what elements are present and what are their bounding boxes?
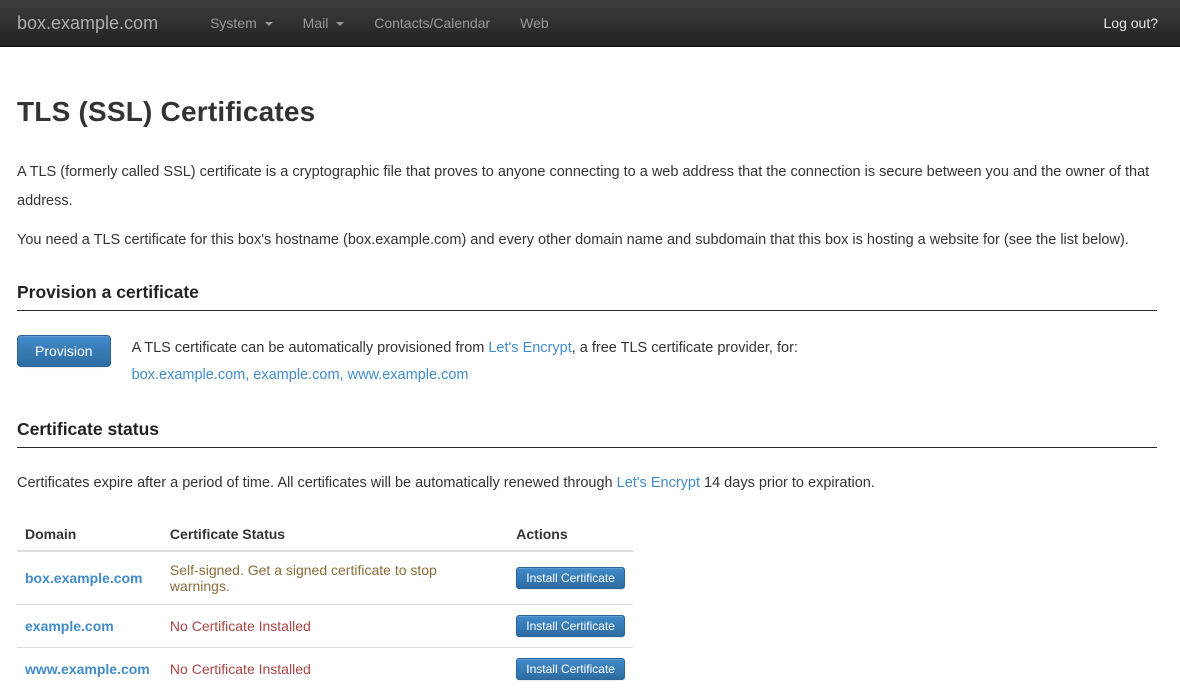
- domain-cell: example.com: [17, 605, 162, 648]
- table-row: box.example.com Self-signed. Get a signe…: [17, 551, 633, 605]
- actions-cell: Install Certificate: [508, 551, 633, 605]
- provision-domain-link[interactable]: example.com: [253, 367, 339, 383]
- table-row: www.example.com No Certificate Installed…: [17, 648, 633, 690]
- nav-item-label: Contacts/Calendar: [374, 15, 490, 31]
- nav-item-system[interactable]: System: [195, 0, 288, 46]
- provision-description-line1: A TLS certificate can be automatically p…: [132, 338, 798, 358]
- column-header-certificate-status: Certificate Status: [162, 518, 508, 551]
- actions-cell: Install Certificate: [508, 648, 633, 690]
- certificate-status-heading: Certificate status: [17, 419, 1157, 448]
- intro-text: A TLS (formerly called SSL) certificate …: [17, 158, 1157, 255]
- provision-domain-link[interactable]: box.example.com: [132, 367, 246, 383]
- navbar-brand[interactable]: box.example.com: [0, 0, 173, 46]
- domain-link[interactable]: www.example.com: [25, 661, 150, 677]
- column-header-domain: Domain: [17, 518, 162, 551]
- certificate-table-body: box.example.com Self-signed. Get a signe…: [17, 551, 633, 690]
- status-intro: Certificates expire after a period of ti…: [17, 475, 1157, 491]
- table-header-row: Domain Certificate Status Actions: [17, 518, 633, 551]
- intro-paragraph-2: You need a TLS certificate for this box'…: [17, 226, 1157, 255]
- domain-separator: ,: [340, 367, 348, 383]
- provision-row: Provision A TLS certificate can be autom…: [17, 335, 1157, 385]
- status-text-after: 14 days prior to expiration.: [700, 475, 875, 491]
- actions-cell: Install Certificate: [508, 605, 633, 648]
- navbar-menu: System Mail Contacts/Calendar Web: [195, 0, 564, 46]
- status-text: No Certificate Installed: [170, 661, 311, 677]
- status-text-before: Certificates expire after a period of ti…: [17, 475, 617, 491]
- nav-item-web[interactable]: Web: [505, 0, 564, 46]
- status-cell: No Certificate Installed: [162, 605, 508, 648]
- lets-encrypt-link[interactable]: Let's Encrypt: [488, 340, 571, 356]
- intro-paragraph-1: A TLS (formerly called SSL) certificate …: [17, 158, 1157, 216]
- column-header-actions: Actions: [508, 518, 633, 551]
- nav-item-label: Mail: [303, 15, 329, 31]
- certificate-table: Domain Certificate Status Actions box.ex…: [17, 518, 633, 690]
- domain-cell: box.example.com: [17, 551, 162, 605]
- table-row: example.com No Certificate Installed Ins…: [17, 605, 633, 648]
- provision-domain-list: box.example.com, example.com, www.exampl…: [132, 365, 798, 385]
- lets-encrypt-link[interactable]: Let's Encrypt: [617, 475, 700, 491]
- domain-link[interactable]: box.example.com: [25, 570, 143, 586]
- provision-text-before: A TLS certificate can be automatically p…: [132, 340, 489, 356]
- provision-description: A TLS certificate can be automatically p…: [132, 335, 798, 385]
- page-title: TLS (SSL) Certificates: [17, 96, 1157, 128]
- nav-item-contacts-calendar[interactable]: Contacts/Calendar: [359, 0, 505, 46]
- install-certificate-button[interactable]: Install Certificate: [516, 615, 625, 637]
- install-certificate-button[interactable]: Install Certificate: [516, 567, 625, 589]
- provision-text-after: , a free TLS certificate provider, for:: [572, 340, 798, 356]
- provision-button[interactable]: Provision: [17, 335, 111, 367]
- provision-section-heading: Provision a certificate: [17, 282, 1157, 311]
- domain-cell: www.example.com: [17, 648, 162, 690]
- top-navbar: box.example.com System Mail Contacts/Cal…: [0, 0, 1180, 47]
- status-cell: Self-signed. Get a signed certificate to…: [162, 551, 508, 605]
- chevron-down-icon: [265, 22, 273, 26]
- nav-item-label: System: [210, 15, 257, 31]
- chevron-down-icon: [336, 22, 344, 26]
- status-cell: No Certificate Installed: [162, 648, 508, 690]
- main-content: TLS (SSL) Certificates A TLS (formerly c…: [0, 96, 1180, 690]
- certificate-table-head: Domain Certificate Status Actions: [17, 518, 633, 551]
- logout-link[interactable]: Log out?: [1089, 0, 1180, 46]
- status-text: Self-signed. Get a signed certificate to…: [170, 562, 437, 594]
- nav-item-label: Web: [520, 15, 549, 31]
- domain-link[interactable]: example.com: [25, 618, 114, 634]
- status-text: No Certificate Installed: [170, 618, 311, 634]
- provision-domain-link[interactable]: www.example.com: [348, 367, 469, 383]
- install-certificate-button[interactable]: Install Certificate: [516, 658, 625, 680]
- nav-item-mail[interactable]: Mail: [288, 0, 360, 46]
- navbar-right: Log out?: [1089, 0, 1180, 46]
